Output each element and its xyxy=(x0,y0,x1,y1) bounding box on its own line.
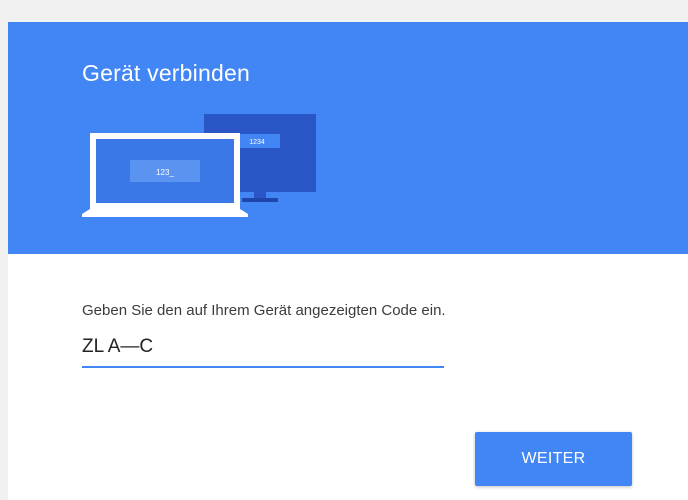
monitor-neck xyxy=(254,192,266,198)
connect-device-card: Gerät verbinden 1234 123_ Geben Sie den … xyxy=(8,22,688,500)
code-prompt: Geben Sie den auf Ihrem Gerät angezeigte… xyxy=(82,302,446,319)
card-title: Gerät verbinden xyxy=(82,60,250,86)
laptop-base xyxy=(82,209,248,217)
monitor-screen-text: 1234 xyxy=(249,139,265,146)
monitor-stand xyxy=(242,198,278,202)
page: Gerät verbinden 1234 123_ Geben Sie den … xyxy=(0,0,688,500)
laptop-icon: 123_ xyxy=(82,133,248,217)
devices-illustration: 1234 123_ xyxy=(82,114,316,217)
code-field-wrapper xyxy=(82,332,444,372)
laptop-screen-text: 123_ xyxy=(156,168,174,177)
card-body: Geben Sie den auf Ihrem Gerät angezeigte… xyxy=(8,254,688,500)
weiter-button[interactable]: WEITER xyxy=(475,432,632,486)
card-header: Gerät verbinden 1234 123_ xyxy=(8,22,688,254)
code-input[interactable] xyxy=(82,332,444,368)
